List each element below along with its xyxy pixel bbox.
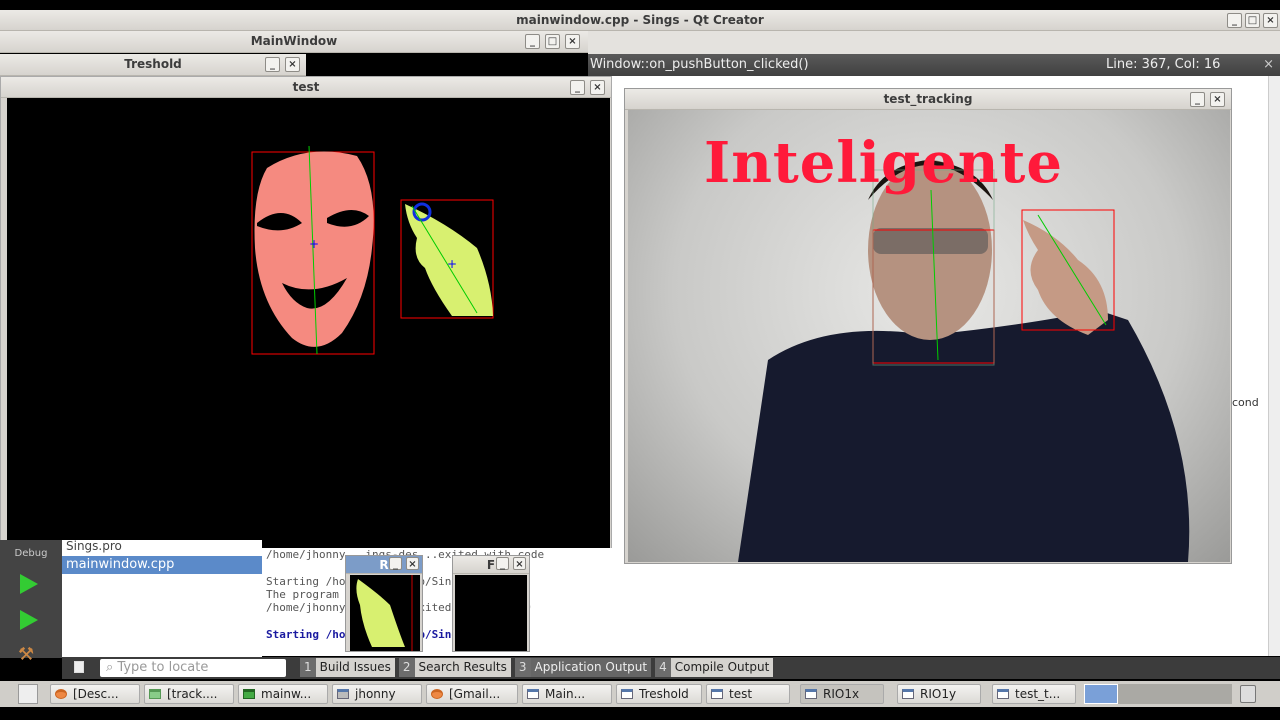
maximize-button[interactable]: □ [1245, 13, 1260, 28]
pane-tab-compile-output[interactable]: 4 Compile Output [655, 658, 774, 677]
segmentation-view: + + [7, 98, 610, 550]
locate-placeholder: Type to locate [117, 660, 209, 675]
editor-nav-bar: Window::on_pushButton_clicked() Line: 36… [588, 54, 1280, 76]
output-line: /home/jhonny...ings-des...exited with co… [266, 548, 545, 561]
minimize-button[interactable]: _ [570, 80, 585, 95]
rio1y-view [455, 575, 527, 651]
test-tracking-window: test_tracking _ × Inteligente [624, 88, 1232, 564]
minimize-button[interactable]: _ [496, 557, 509, 570]
recognized-sign-label: Inteligente [704, 130, 1063, 196]
toggle-sidebar-icon[interactable] [74, 661, 84, 673]
treshold-titlebar: Treshold _ × [0, 54, 306, 76]
test-window: test _ × + + [0, 76, 612, 552]
mainwindow-titlebar: MainWindow _ □ × [0, 31, 588, 53]
taskbar-item[interactable]: RIO1y [897, 684, 981, 704]
taskbar-item[interactable]: Treshold [616, 684, 702, 704]
run-button[interactable] [20, 574, 38, 594]
rio1x-title: R [379, 558, 389, 572]
trash-icon[interactable] [1240, 685, 1256, 703]
close-button[interactable]: × [565, 34, 580, 49]
maximize-button[interactable]: □ [545, 34, 560, 49]
output-line: The program ...edly [266, 588, 392, 601]
output-line: /home/jhonny...-des...exited with code 0 [266, 601, 624, 614]
close-button[interactable]: × [406, 557, 419, 570]
cursor-position: Line: 367, Col: 16 [1106, 57, 1221, 72]
qt-toolbar [588, 31, 1280, 54]
test-title: test [292, 80, 320, 94]
minimize-button[interactable]: _ [265, 57, 280, 72]
taskbar-item[interactable]: mainw... [238, 684, 328, 704]
close-button[interactable]: × [513, 557, 526, 570]
close-button[interactable]: × [285, 57, 300, 72]
pane-tab-build-issues[interactable]: 1 Build Issues [300, 658, 395, 677]
qtcreator-title: mainwindow.cpp - Sings - Qt Creator [516, 13, 764, 27]
taskbar-item[interactable]: test [706, 684, 790, 704]
person-body [738, 310, 1190, 562]
svg-text:+: + [309, 237, 319, 251]
test-tracking-titlebar: test_tracking _ × [625, 89, 1231, 110]
minimize-button[interactable]: _ [389, 557, 402, 570]
debug-mode-label[interactable]: Debug [0, 548, 62, 559]
taskbar-item[interactable]: Main... [522, 684, 612, 704]
hand [1023, 220, 1108, 335]
output-line: Starting /ho...ings-...p/Sings... [266, 628, 485, 641]
editor-snippet: cond [1232, 396, 1259, 409]
webcam-view: Inteligente [628, 110, 1230, 562]
close-button[interactable]: × [1263, 13, 1278, 28]
pane-tab-search-results[interactable]: 2 Search Results [398, 658, 511, 677]
rio1x-titlebar: R _ × [346, 556, 422, 574]
qtcreator-titlebar: mainwindow.cpp - Sings - Qt Creator _ □ … [0, 10, 1280, 31]
taskbar-item[interactable]: jhonny [332, 684, 422, 704]
workspace-switcher[interactable] [1084, 684, 1232, 704]
taskbar-item[interactable]: [track.... [144, 684, 234, 704]
locate-input[interactable]: ⌕ Type to locate [100, 659, 286, 677]
output-pane-bar: ⌕ Type to locate 1 Build Issues 2 Search Re… [62, 657, 1280, 679]
debug-run-button[interactable] [20, 610, 38, 630]
close-button[interactable]: × [590, 80, 605, 95]
rio1x-window: R _ × [345, 555, 423, 652]
build-hammer-icon[interactable]: ⚒ [18, 644, 34, 665]
output-line: Starting /ho...ings-...p/Sings... [266, 575, 485, 588]
minimize-button[interactable]: _ [525, 34, 540, 49]
rio1y-window: F _ × [452, 555, 530, 652]
mode-sidebar: Debug ⚒ [0, 540, 62, 665]
close-button[interactable]: × [1210, 92, 1225, 107]
taskbar-item[interactable]: [Gmail... [426, 684, 518, 704]
application-output: /home/jhonny...ings-des...exited with co… [262, 548, 624, 656]
close-editor-icon[interactable]: × [1263, 54, 1274, 76]
treshold-title: Treshold [124, 57, 182, 71]
rio1x-view [350, 575, 420, 651]
pane-tab-application-output[interactable]: 3 Application Output [514, 658, 652, 677]
taskbar-item-active[interactable]: RIO1x [800, 684, 884, 704]
function-selector[interactable]: Window::on_pushButton_clicked() [590, 57, 809, 72]
test-titlebar: test _ × [1, 77, 611, 98]
project-file-item-selected[interactable]: mainwindow.cpp [62, 556, 262, 574]
taskbar-item[interactable]: test_t... [992, 684, 1076, 704]
svg-text:+: + [447, 257, 457, 271]
minimize-button[interactable]: _ [1227, 13, 1242, 28]
show-desktop-icon[interactable] [18, 684, 38, 704]
taskbar-item[interactable]: [Desc... [50, 684, 140, 704]
rio1y-titlebar: F _ × [453, 556, 529, 574]
editor-scrollbar[interactable] [1268, 76, 1280, 656]
test-tracking-title: test_tracking [883, 92, 973, 106]
project-tree: Sings.pro mainwindow.cpp [62, 540, 262, 658]
minimize-button[interactable]: _ [1190, 92, 1205, 107]
rio1y-title: F [486, 558, 496, 572]
project-file-item[interactable]: Sings.pro [62, 540, 262, 556]
mainwindow-title: MainWindow [250, 34, 338, 48]
